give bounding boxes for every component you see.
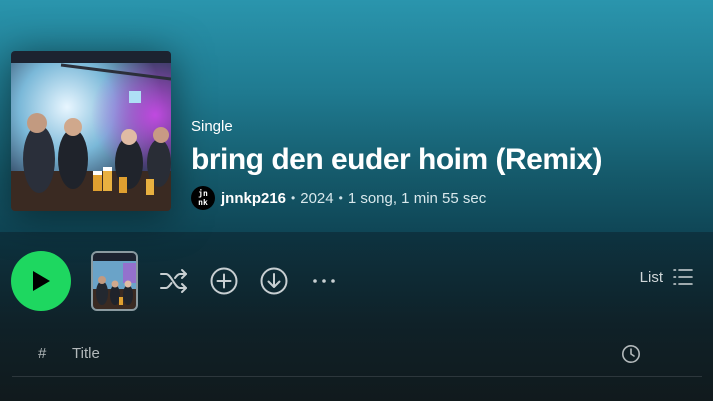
download-icon [260, 267, 288, 295]
view-mode-label: List [639, 268, 663, 286]
clock-icon [622, 345, 640, 363]
column-header-number: # [38, 345, 47, 362]
artist-link[interactable]: jnnkp216 [221, 190, 286, 207]
cover-art [11, 51, 171, 211]
page-title: bring den euder hoim (Remix) [191, 143, 603, 176]
release-type-label: Single [191, 118, 233, 135]
more-icon [313, 279, 335, 283]
column-header-duration [621, 344, 641, 368]
artist-avatar[interactable]: jn nk [191, 186, 215, 210]
release-year: 2024 [300, 189, 334, 207]
play-button[interactable] [11, 251, 71, 311]
shuffle-button[interactable] [158, 265, 190, 297]
separator-dot: • [291, 191, 296, 205]
add-circle-icon [210, 267, 238, 295]
preview-thumbnail-button[interactable] [91, 251, 138, 311]
shuffle-icon [160, 269, 187, 293]
tracklist-header: # Title [12, 340, 702, 377]
avatar-text-line-1: jn [198, 189, 208, 198]
release-type: Single [191, 118, 233, 135]
release-byline: jn nk jnnkp216 • 2024 • 1 song, 1 min 55… [191, 186, 486, 210]
list-icon [673, 269, 693, 285]
release-summary: 1 song, 1 min 55 sec [347, 189, 487, 207]
separator-dot: • [338, 191, 343, 205]
avatar-text-line-2: nk [198, 198, 208, 207]
more-options-button[interactable] [308, 265, 340, 297]
download-button[interactable] [258, 265, 290, 297]
column-header-title: Title [72, 345, 100, 362]
play-icon [33, 271, 50, 291]
view-mode-toggle[interactable]: List [640, 268, 693, 286]
add-to-library-button[interactable] [208, 265, 240, 297]
